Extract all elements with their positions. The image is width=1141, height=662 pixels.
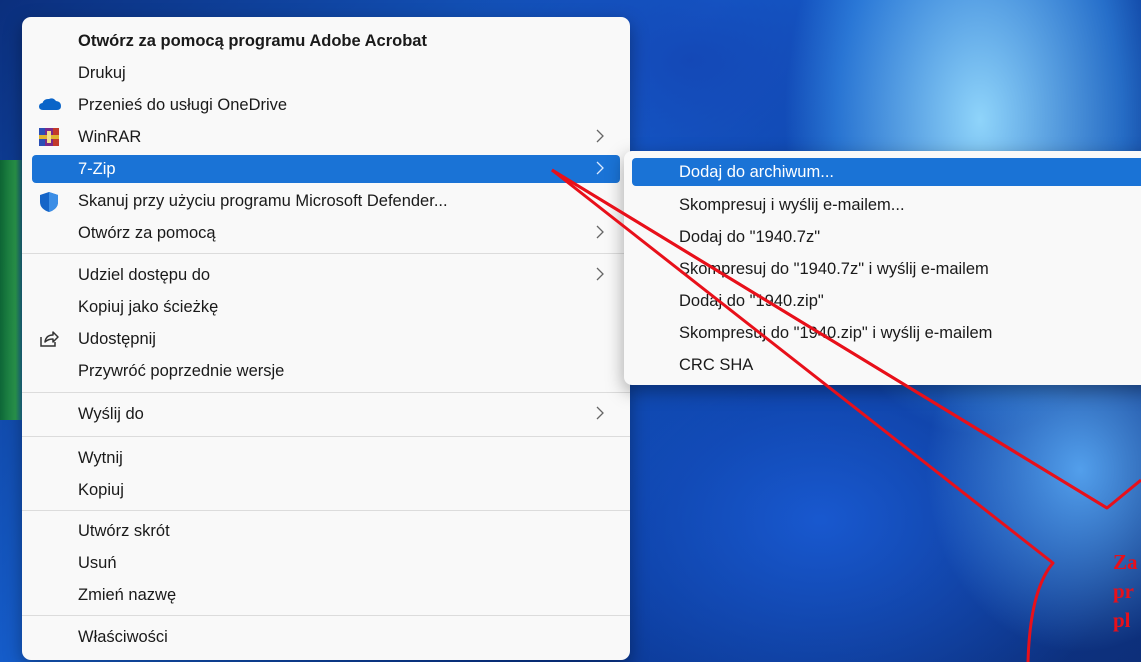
menu-item-delete[interactable]: Usuń <box>32 549 620 577</box>
menu-item-label: Kopiuj jako ścieżkę <box>78 297 219 316</box>
chevron-right-icon <box>596 161 604 175</box>
menu-item-label: WinRAR <box>78 127 142 146</box>
menu-item-print[interactable]: Drukuj <box>32 59 620 87</box>
menu-item-label: 7-Zip <box>78 159 116 178</box>
menu-item-label: Usuń <box>78 553 117 572</box>
menu-item-7zip[interactable]: 7-Zip <box>32 155 620 183</box>
submenu-item-label: Dodaj do archiwum... <box>679 162 834 181</box>
submenu-item-add-to-archive[interactable]: Dodaj do archiwum... <box>632 158 1141 186</box>
menu-item-rename[interactable]: Zmień nazwę <box>32 581 620 609</box>
submenu-item-crc-sha[interactable]: CRC SHA <box>632 351 1141 379</box>
callout-line: pr <box>1113 579 1134 603</box>
menu-item-create-shortcut[interactable]: Utwórz skrót <box>32 517 620 545</box>
submenu-item-label: CRC SHA <box>679 355 754 374</box>
menu-item-restore-versions[interactable]: Przywróć poprzednie wersje <box>32 357 620 385</box>
callout-line: pl <box>1113 608 1131 632</box>
menu-item-open-with[interactable]: Otwórz za pomocą <box>32 219 620 247</box>
submenu-item-add-to-7z[interactable]: Dodaj do "1940.7z" <box>632 223 1141 251</box>
menu-item-open-with-acrobat[interactable]: Otwórz za pomocą programu Adobe Acrobat <box>32 27 620 55</box>
menu-item-label: Wytnij <box>78 448 123 467</box>
menu-item-send-to[interactable]: Wyślij do <box>32 400 620 428</box>
chevron-right-icon <box>596 225 604 239</box>
chevron-right-icon <box>596 267 604 281</box>
menu-item-share[interactable]: Udostępnij <box>32 325 620 353</box>
submenu-item-label: Dodaj do "1940.zip" <box>679 291 824 310</box>
share-icon <box>38 329 60 349</box>
menu-item-label: Utwórz skrót <box>78 521 170 540</box>
menu-item-label: Drukuj <box>78 63 126 82</box>
menu-item-label: Przywróć poprzednie wersje <box>78 361 285 380</box>
defender-shield-icon <box>38 191 60 212</box>
submenu-7zip: Dodaj do archiwum... Skompresuj i wyślij… <box>624 151 1141 385</box>
menu-item-winrar[interactable]: WinRAR <box>32 123 620 151</box>
menu-separator <box>22 510 630 511</box>
menu-item-label: Kopiuj <box>78 480 124 499</box>
menu-separator <box>22 615 630 616</box>
menu-item-copy-as-path[interactable]: Kopiuj jako ścieżkę <box>32 293 620 321</box>
submenu-item-add-to-zip[interactable]: Dodaj do "1940.zip" <box>632 287 1141 315</box>
submenu-item-compress-and-email[interactable]: Skompresuj i wyślij e-mailem... <box>632 191 1141 219</box>
callout-line: Za <box>1113 550 1138 574</box>
menu-item-label: Wyślij do <box>78 404 144 423</box>
menu-item-properties[interactable]: Właściwości <box>32 623 620 651</box>
menu-item-label: Przenieś do usługi OneDrive <box>78 95 288 114</box>
menu-item-label: Udziel dostępu do <box>78 265 211 284</box>
menu-item-scan-defender[interactable]: Skanuj przy użyciu programu Microsoft De… <box>32 187 620 215</box>
menu-item-label: Otwórz za pomocą programu Adobe Acrobat <box>78 31 427 50</box>
chevron-right-icon <box>596 129 604 143</box>
menu-separator <box>22 436 630 437</box>
menu-item-cut[interactable]: Wytnij <box>32 444 620 472</box>
menu-item-label: Udostępnij <box>78 329 156 348</box>
submenu-item-compress-7z-and-email[interactable]: Skompresuj do "1940.7z" i wyślij e-maile… <box>632 255 1141 283</box>
submenu-item-label: Skompresuj i wyślij e-mailem... <box>679 195 905 214</box>
menu-item-move-to-onedrive[interactable]: Przenieś do usługi OneDrive <box>32 91 620 119</box>
menu-item-label: Właściwości <box>78 627 168 646</box>
submenu-item-label: Skompresuj do "1940.zip" i wyślij e-mail… <box>679 323 993 342</box>
onedrive-cloud-icon <box>38 95 61 115</box>
menu-item-give-access[interactable]: Udziel dostępu do <box>32 261 620 289</box>
menu-item-label: Skanuj przy użyciu programu Microsoft De… <box>78 191 448 210</box>
submenu-item-compress-zip-and-email[interactable]: Skompresuj do "1940.zip" i wyślij e-mail… <box>632 319 1141 347</box>
context-menu: Otwórz za pomocą programu Adobe Acrobat … <box>22 17 630 660</box>
menu-separator <box>22 392 630 393</box>
winrar-icon <box>38 127 60 147</box>
menu-item-label: Zmień nazwę <box>78 585 177 604</box>
callout-text: Za pr pl <box>1113 548 1141 635</box>
chevron-right-icon <box>596 406 604 420</box>
submenu-item-label: Dodaj do "1940.7z" <box>679 227 821 246</box>
submenu-item-label: Skompresuj do "1940.7z" i wyślij e-maile… <box>679 259 989 278</box>
menu-item-label: Otwórz za pomocą <box>78 223 216 242</box>
menu-separator <box>22 253 630 254</box>
menu-item-copy[interactable]: Kopiuj <box>32 476 620 504</box>
